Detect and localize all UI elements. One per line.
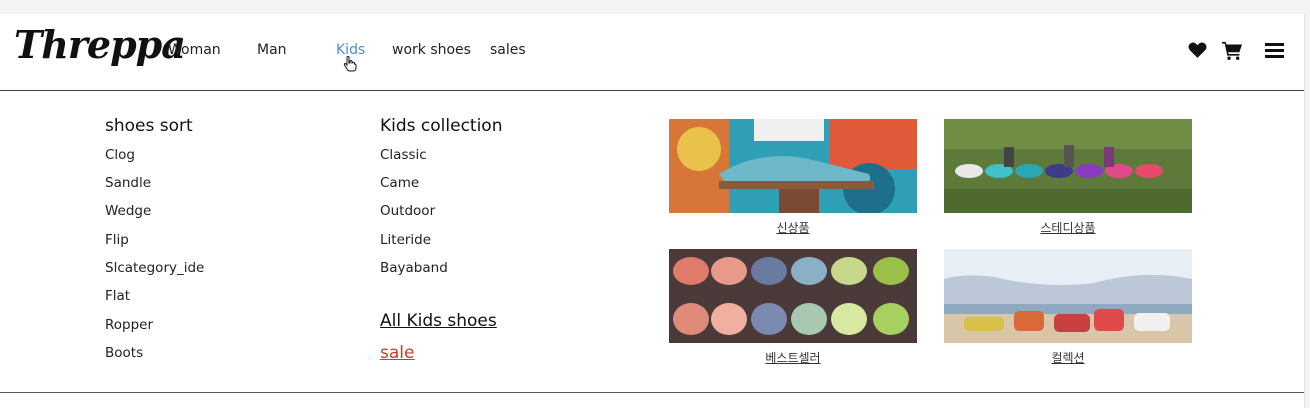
heart-icon[interactable] — [1188, 41, 1207, 59]
shoes-sort-item[interactable]: Flat — [105, 288, 130, 304]
nav-item-woman[interactable]: Woman — [168, 42, 221, 58]
shoes-sort-item[interactable]: Sandle — [105, 175, 151, 191]
kids-collection-item[interactable]: Came — [380, 175, 419, 191]
menu-bottom-divider — [0, 392, 1304, 393]
kids-collection-item[interactable]: Bayaband — [380, 260, 448, 276]
promo-new-arrivals[interactable]: 신상품 — [669, 119, 917, 236]
promo-collection[interactable]: 컬렉션 — [944, 249, 1192, 366]
hand-cursor-icon — [343, 56, 357, 72]
promo-bestsellers[interactable]: 베스트셀러 — [669, 249, 917, 366]
promo-image-sneaker — [669, 119, 917, 213]
promo-caption[interactable]: 신상품 — [669, 219, 917, 236]
nav-item-work-shoes[interactable]: work shoes — [392, 42, 471, 58]
kids-collection-item[interactable]: Literide — [380, 232, 431, 248]
promo-caption[interactable]: 베스트셀러 — [669, 349, 917, 366]
menu-icon[interactable] — [1265, 42, 1284, 59]
cart-icon[interactable] — [1222, 41, 1243, 60]
sale-link[interactable]: sale — [380, 343, 414, 363]
promo-image-sandals-on-grass — [944, 119, 1192, 213]
shoes-sort-title: shoes sort — [105, 116, 193, 136]
shoes-sort-item[interactable]: Ropper — [105, 317, 153, 333]
nav-item-man[interactable]: Man — [257, 42, 287, 58]
shoes-sort-item[interactable]: Wedge — [105, 203, 151, 219]
shoes-sort-item[interactable]: Clog — [105, 147, 135, 163]
shoes-sort-item[interactable]: Slcategory_ide — [105, 260, 204, 276]
shoes-sort-item[interactable]: Boots — [105, 345, 143, 361]
brand-logo[interactable]: Threppa — [14, 22, 186, 67]
site-header: Threppa Woman Man Kids work shoes sales — [0, 14, 1304, 91]
shoes-sort-item[interactable]: Flip — [105, 232, 129, 248]
promo-steady-items[interactable]: 스테디상품 — [944, 119, 1192, 236]
nav-item-sales[interactable]: sales — [490, 42, 526, 58]
promo-image-clogs-display — [669, 249, 917, 343]
promo-image-beach-feet — [944, 249, 1192, 343]
page-frame: Threppa Woman Man Kids work shoes sales … — [0, 14, 1305, 408]
kids-collection-item[interactable]: Outdoor — [380, 203, 435, 219]
promo-caption[interactable]: 스테디상품 — [944, 219, 1192, 236]
all-kids-shoes-link[interactable]: All Kids shoes — [380, 311, 497, 331]
promo-caption[interactable]: 컬렉션 — [944, 349, 1192, 366]
kids-collection-title: Kids collection — [380, 116, 503, 136]
kids-collection-item[interactable]: Classic — [380, 147, 427, 163]
